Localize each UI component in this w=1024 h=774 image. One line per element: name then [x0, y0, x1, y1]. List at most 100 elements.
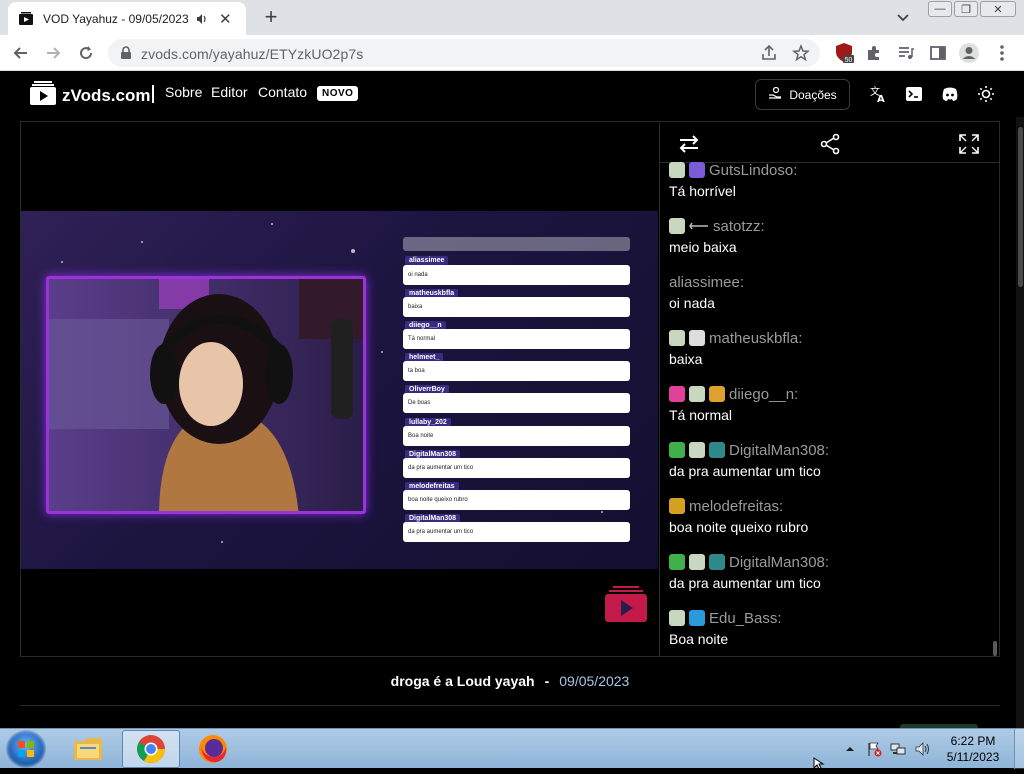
overlay-chat-msg: da pra aumentar um tico	[408, 529, 474, 535]
chat-scrollbar[interactable]	[993, 641, 997, 656]
video-star	[141, 241, 143, 243]
share-page-icon[interactable]	[760, 44, 778, 62]
chat-username[interactable]: melodefreitas:	[689, 498, 783, 515]
new-badge: NOVO	[317, 86, 359, 101]
start-button[interactable]	[6, 730, 46, 768]
chat-username[interactable]: matheuskbfla:	[709, 330, 802, 347]
chat-username[interactable]: diiego__n:	[729, 386, 798, 403]
overlay-chat-row	[403, 393, 630, 413]
firefox-taskbar-icon[interactable]	[184, 730, 242, 768]
tab-search-chevron-icon[interactable]	[895, 9, 913, 25]
nav-link-sobre[interactable]: Sobre	[165, 84, 202, 100]
chat-badge-icon	[709, 442, 725, 458]
overlay-chat-msg: baixa	[408, 304, 423, 310]
profile-avatar-icon[interactable]	[957, 41, 981, 65]
overlay-chat-row	[403, 237, 630, 251]
volume-icon[interactable]	[914, 741, 930, 757]
side-panel-icon[interactable]	[926, 41, 950, 65]
chat-username[interactable]: DigitalMan308:	[729, 442, 829, 459]
overlay-chat-msg: Tá normal	[408, 336, 436, 342]
back-button[interactable]	[9, 41, 33, 65]
discord-icon[interactable]	[941, 85, 959, 103]
overlay-chat-row	[403, 265, 630, 285]
chat-username[interactable]: satotzz:	[713, 218, 765, 235]
taskbar-clock[interactable]: 6:22 PM 5/11/2023	[938, 733, 1008, 765]
tab-close-icon[interactable]: ✕	[219, 10, 232, 28]
chat-message: GutsLindoso: Tá horrível	[669, 161, 989, 199]
logo-text: zVods.com	[62, 85, 151, 105]
media-control-icon[interactable]	[894, 41, 918, 65]
chat-badge-icon	[669, 218, 685, 234]
forward-button[interactable]	[41, 41, 65, 65]
minimize-button[interactable]: —	[928, 1, 952, 17]
chat-username[interactable]: DigitalMan308:	[729, 554, 829, 571]
reload-button[interactable]	[74, 41, 98, 65]
extensions-puzzle-icon[interactable]	[862, 41, 886, 65]
chat-message: diiego__n: Tá normal	[669, 385, 989, 423]
video-star	[61, 261, 63, 263]
nav-link-editor[interactable]: Editor	[211, 84, 248, 100]
browser-toolbar: zvods.com/yayahuz/ETYzkUO2p7s 50	[0, 35, 1024, 71]
browser-tab-strip: VOD Yayahuz - 09/05/2023 | ✕ + — ❐ ✕	[0, 0, 1024, 35]
overlay-chat-msg: ta boa	[408, 368, 425, 374]
share-icon[interactable]	[819, 133, 841, 155]
page-scrollbar-thumb[interactable]	[1018, 127, 1023, 287]
header-divider	[152, 85, 154, 103]
chat-text: da pra aumentar um tico	[669, 575, 821, 591]
video-star	[601, 511, 603, 513]
action-center-flag-icon[interactable]	[866, 741, 882, 757]
browser-tab[interactable]: VOD Yayahuz - 09/05/2023 | ✕	[8, 2, 246, 35]
chat-text: Boa noite	[669, 631, 729, 647]
chat-message: matheuskbfla: baixa	[669, 329, 989, 367]
theme-toggle-sun-icon[interactable]	[977, 85, 995, 103]
swap-arrows-icon[interactable]	[678, 133, 700, 155]
donate-hand-icon	[768, 86, 782, 103]
new-tab-button[interactable]: +	[258, 4, 284, 30]
clock-time: 6:22 PM	[950, 734, 996, 748]
page-scrollbar[interactable]	[1016, 117, 1024, 728]
overlay-chat-row	[403, 329, 630, 349]
file-explorer-icon[interactable]	[60, 730, 118, 768]
chat-badge-icon	[689, 162, 705, 178]
chat-username[interactable]: aliassimee:	[669, 274, 744, 291]
network-icon[interactable]	[890, 741, 906, 757]
browser-menu-icon[interactable]	[990, 41, 1014, 65]
audio-playing-icon[interactable]	[195, 12, 209, 26]
video-star	[221, 541, 223, 543]
overlay-chat-user: aliassimee	[405, 256, 449, 265]
translate-icon[interactable]: 文A	[869, 85, 887, 105]
show-hidden-icons-chevron-icon[interactable]	[844, 741, 860, 757]
video-star	[271, 223, 273, 225]
chat-message: melodefreitas: boa noite queixo rubro	[669, 497, 989, 535]
chat-text: meio baixa	[669, 239, 737, 255]
zvods-favicon-icon	[18, 11, 34, 27]
mouse-cursor-icon	[813, 756, 825, 774]
terminal-icon[interactable]	[905, 85, 923, 103]
fullscreen-icon[interactable]	[958, 133, 980, 155]
chat-badge-icon	[669, 330, 685, 346]
chat-text: Tá normal	[669, 407, 733, 423]
zvods-watermark-icon	[605, 586, 647, 627]
chat-username[interactable]: GutsLindoso:	[709, 162, 797, 179]
chrome-taskbar-icon[interactable]	[122, 730, 180, 768]
extension-ublock-icon[interactable]: 50	[832, 41, 856, 65]
chat-badge-icon	[669, 162, 685, 178]
bookmark-star-icon[interactable]	[792, 43, 810, 62]
chat-username[interactable]: Edu_Bass:	[709, 610, 782, 627]
chat-message: aliassimee: oi nada	[669, 273, 989, 312]
donate-button[interactable]: Doações	[755, 79, 850, 110]
show-desktop-button[interactable]	[1014, 729, 1024, 769]
overlay-chat-row	[403, 297, 630, 317]
chat-badge-icon	[689, 330, 705, 346]
chat-badge-icon	[709, 554, 725, 570]
address-bar[interactable]: zvods.com/yayahuz/ETYzkUO2p7s	[108, 39, 820, 67]
restore-button[interactable]: ❐	[954, 1, 978, 17]
divider	[20, 705, 1000, 706]
site-logo[interactable]: zVods.com	[30, 81, 150, 110]
nav-link-contato[interactable]: Contato	[258, 84, 307, 100]
window-close-button[interactable]: ✕	[980, 1, 1016, 17]
lock-icon[interactable]	[120, 46, 132, 65]
overlay-chat-msg: De boas	[408, 400, 431, 406]
chat-badge-icon	[689, 442, 705, 458]
chat-text: oi nada	[669, 295, 715, 311]
